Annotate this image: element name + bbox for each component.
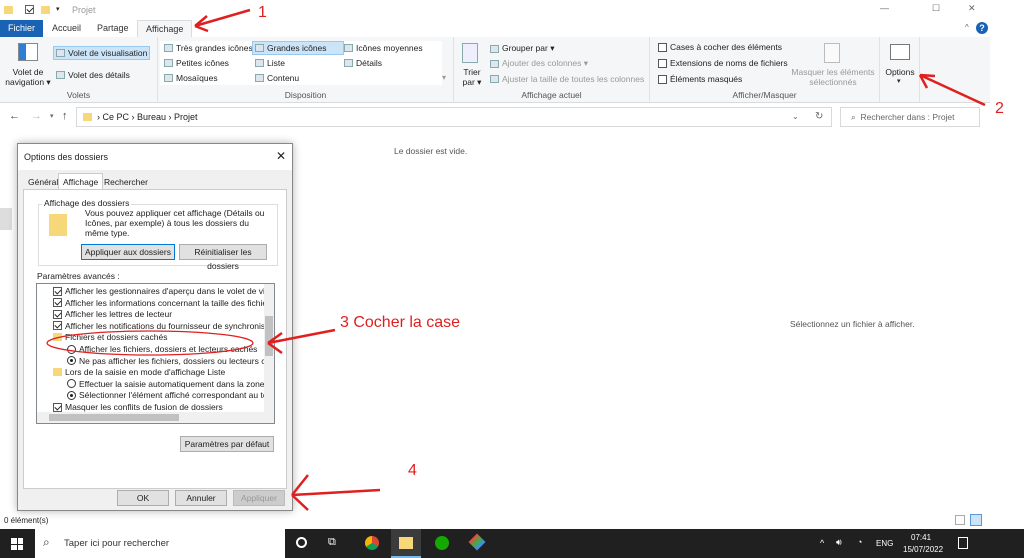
taskbar-search-placeholder: Taper ici pour rechercher	[64, 538, 170, 549]
item-count: 0 élément(s)	[4, 516, 49, 525]
task-view-icon[interactable]: ⧉	[328, 536, 336, 549]
arrow-3	[267, 328, 336, 355]
clock-date[interactable]: 15/07/2022	[903, 545, 943, 554]
status-bar: 0 élément(s)	[0, 512, 1024, 529]
annotation-3: 3 Cocher la case	[340, 314, 461, 331]
large-icons-view-icon[interactable]	[970, 514, 982, 526]
highlight-circle	[46, 330, 254, 356]
search-icon: ⌕	[43, 535, 50, 549]
annotation-2: 2	[995, 100, 1004, 117]
chrome-icon[interactable]	[365, 536, 379, 550]
arrow-4	[291, 474, 381, 511]
file-explorer-icon	[399, 537, 413, 549]
volume-icon[interactable]: 🔊︎	[836, 537, 842, 548]
show-hidden-icons-icon[interactable]: ^	[820, 538, 824, 548]
upwork-icon[interactable]	[435, 536, 449, 550]
language-indicator[interactable]: ENG	[876, 539, 893, 548]
annotation-layer	[46, 8, 986, 511]
app-icon[interactable]	[468, 533, 486, 551]
annotation-1: 1	[258, 4, 267, 21]
annotation-4: 4	[408, 462, 417, 479]
notifications-icon[interactable]	[958, 537, 968, 549]
network-icon[interactable]: ◔	[857, 537, 862, 547]
windows-start-icon[interactable]	[11, 538, 23, 550]
taskbar-search[interactable]: ⌕ Taper ici pour rechercher	[35, 529, 285, 558]
file-explorer-taskbar-button[interactable]	[391, 529, 421, 558]
cortana-icon[interactable]	[296, 537, 307, 548]
taskbar: ⌕ Taper ici pour rechercher ⧉ ^ 🔊︎ ◔ ENG…	[0, 529, 1024, 558]
arrow-1	[194, 8, 251, 33]
details-view-icon[interactable]	[955, 515, 965, 525]
clock-time[interactable]: 07:41	[911, 533, 931, 542]
arrow-2	[918, 73, 986, 107]
